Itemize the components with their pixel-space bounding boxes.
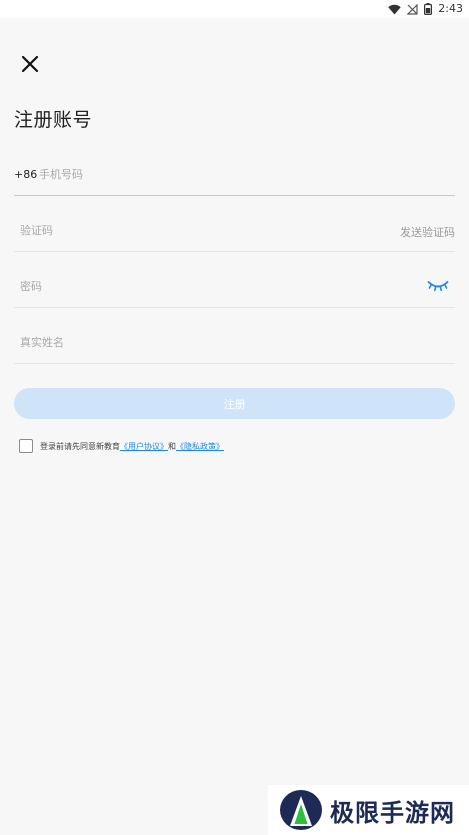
agreement-and-text: 和	[168, 441, 176, 451]
wifi-icon	[388, 4, 401, 15]
password-field	[14, 263, 455, 308]
battery-icon	[424, 3, 433, 15]
agreement-text: 登录前请先同意新教育	[40, 441, 120, 451]
password-input[interactable]	[20, 273, 380, 299]
eye-closed-icon	[427, 281, 449, 292]
watermark: 极限手游网	[268, 785, 469, 835]
verification-code-input[interactable]	[20, 217, 380, 243]
real-name-input[interactable]	[20, 329, 380, 355]
close-button[interactable]	[18, 52, 42, 76]
password-visibility-toggle[interactable]	[427, 278, 449, 292]
status-icons: 2:43	[388, 2, 463, 16]
real-name-field	[14, 319, 455, 364]
agreement-row: 登录前请先同意新教育 《用户协议》 和 《隐私政策》	[19, 438, 224, 454]
country-code[interactable]: +86	[14, 168, 37, 181]
phone-field: +86	[14, 151, 455, 196]
close-icon	[21, 55, 39, 73]
no-signal-icon	[407, 3, 418, 15]
verification-code-field: 发送验证码	[14, 207, 455, 252]
send-code-button[interactable]: 发送验证码	[400, 224, 455, 240]
privacy-policy-link[interactable]: 《隐私政策》	[176, 441, 224, 452]
status-bar: 2:43	[0, 0, 469, 18]
watermark-logo-icon	[280, 790, 322, 830]
agreement-checkbox[interactable]	[19, 439, 33, 453]
status-time: 2:43	[438, 2, 463, 15]
page-title: 注册账号	[14, 109, 93, 131]
register-button[interactable]: 注册	[14, 388, 455, 419]
phone-input[interactable]	[39, 161, 419, 187]
user-agreement-link[interactable]: 《用户协议》	[120, 441, 168, 452]
watermark-text: 极限手游网	[330, 797, 455, 827]
